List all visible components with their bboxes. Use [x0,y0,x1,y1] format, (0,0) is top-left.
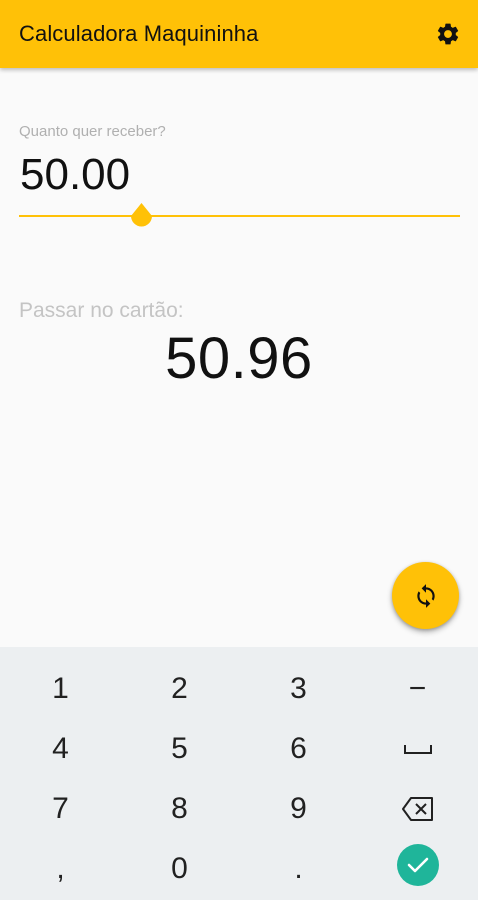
numeric-keyboard: 1 2 3 − 4 5 6 7 8 9 , 0 . [0,647,478,900]
backspace-icon [401,797,433,821]
key-done[interactable] [358,835,477,895]
key-2[interactable]: 2 [120,659,239,719]
result-label: Passar no cartão: [19,299,184,322]
key-5[interactable]: 5 [120,719,239,779]
app-title: Calculadora Maquininha [19,21,259,46]
app-bar: Calculadora Maquininha [0,0,478,68]
gear-icon [437,23,459,45]
space-icon [403,745,432,754]
amount-input[interactable] [19,147,460,203]
key-6[interactable]: 6 [239,719,358,779]
key-9[interactable]: 9 [239,779,358,839]
key-1[interactable]: 1 [1,659,120,719]
checkmark-icon [407,857,428,873]
input-underline [19,215,460,217]
key-3[interactable]: 3 [239,659,358,719]
key-0[interactable]: 0 [120,839,239,899]
amount-label: Quanto quer receber? [19,123,166,140]
key-space[interactable] [358,719,477,779]
key-7[interactable]: 7 [1,779,120,839]
text-cursor-handle[interactable] [128,203,155,234]
key-8[interactable]: 8 [120,779,239,839]
refresh-button[interactable] [392,562,459,629]
key-backspace[interactable] [358,779,477,839]
key-4[interactable]: 4 [1,719,120,779]
result-value: 50.96 [165,326,313,391]
done-button[interactable] [396,844,439,886]
key-minus[interactable]: − [358,659,477,719]
key-period[interactable]: . [239,839,358,899]
refresh-icon [416,583,435,608]
settings-button[interactable] [432,18,464,50]
key-comma[interactable]: , [1,839,120,899]
